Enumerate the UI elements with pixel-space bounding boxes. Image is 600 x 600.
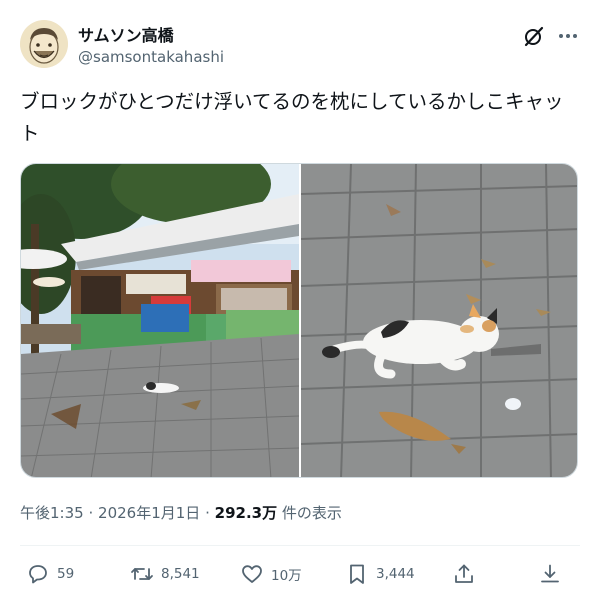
divider xyxy=(20,545,580,546)
post-time[interactable]: 午後1:35 xyxy=(20,504,84,522)
views-label: 件の表示 xyxy=(281,504,342,522)
media-grid xyxy=(20,163,578,478)
author-name[interactable]: サムソン高橋 xyxy=(78,22,174,46)
download-button[interactable] xyxy=(538,560,562,588)
like-count: 10万 xyxy=(271,568,302,584)
meta-separator-2: · xyxy=(205,504,210,522)
post-date[interactable]: 2026年1月1日 xyxy=(98,504,200,522)
meta-separator: · xyxy=(88,504,94,522)
grok-icon[interactable] xyxy=(522,24,546,48)
repost-button[interactable]: 8,541 xyxy=(130,560,200,588)
bookmark-button[interactable]: 3,444 xyxy=(345,560,415,588)
bookmark-count: 3,444 xyxy=(376,566,415,582)
views-count: 292.3万 xyxy=(214,504,278,522)
post-text: ブロックがひとつだけ浮いてるのを枕にしているかしこキャット xyxy=(20,90,564,145)
avatar[interactable] xyxy=(20,20,68,68)
share-icon xyxy=(455,564,473,583)
bookmark-icon xyxy=(350,564,364,584)
reply-button[interactable]: 59 xyxy=(26,560,74,588)
author-handle[interactable]: @samsontakahashi xyxy=(78,48,224,66)
like-icon xyxy=(242,565,262,583)
photo-kiosk-cat[interactable] xyxy=(21,164,300,477)
more-icon[interactable] xyxy=(556,24,580,48)
repost-icon xyxy=(131,568,153,580)
photo-cat-closeup[interactable] xyxy=(300,164,577,477)
like-button[interactable]: 10万 xyxy=(240,560,302,588)
share-button[interactable] xyxy=(452,560,476,588)
post-meta: 午後1:35 · 2026年1月1日 · 292.3万 件の表示 xyxy=(20,502,342,523)
download-icon xyxy=(541,564,559,583)
post: サムソン高橋 @samsontakahashi ブロックがひとつだけ浮いてるのを… xyxy=(0,0,600,600)
repost-count: 8,541 xyxy=(161,566,200,582)
reply-count: 59 xyxy=(57,566,75,582)
reply-icon xyxy=(29,565,47,584)
